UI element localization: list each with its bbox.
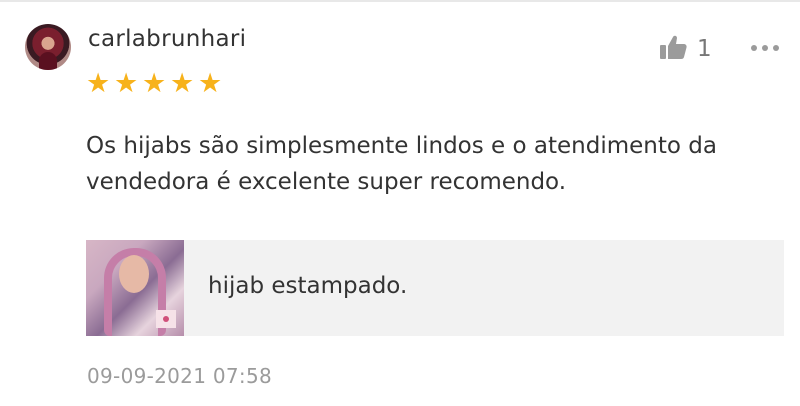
product-badge xyxy=(156,310,176,328)
more-options-icon[interactable] xyxy=(751,37,779,59)
dot xyxy=(762,45,768,51)
product-image[interactable] xyxy=(86,240,184,336)
avatar[interactable] xyxy=(25,24,71,70)
star-icon: ★ xyxy=(86,68,111,99)
review-text: Os hijabs são simplesmente lindos e o at… xyxy=(86,133,717,195)
username[interactable]: carlabrunhari xyxy=(88,26,246,52)
star-rating: ★ ★ ★ ★ ★ xyxy=(86,68,223,99)
dot xyxy=(773,45,779,51)
star-icon: ★ xyxy=(142,68,167,99)
star-icon: ★ xyxy=(170,68,195,99)
like-button[interactable]: 1 xyxy=(659,34,712,64)
star-icon: ★ xyxy=(114,68,139,99)
dot xyxy=(751,45,757,51)
face-shape xyxy=(119,255,149,293)
divider xyxy=(0,0,800,2)
product-card[interactable]: hijab estampado. xyxy=(86,240,784,336)
thumbs-up-icon xyxy=(659,34,687,64)
review-timestamp: 09-09-2021 07:58 xyxy=(87,364,273,388)
star-icon: ★ xyxy=(198,68,223,99)
like-count: 1 xyxy=(697,36,712,62)
product-variant: hijab estampado. xyxy=(208,273,408,299)
